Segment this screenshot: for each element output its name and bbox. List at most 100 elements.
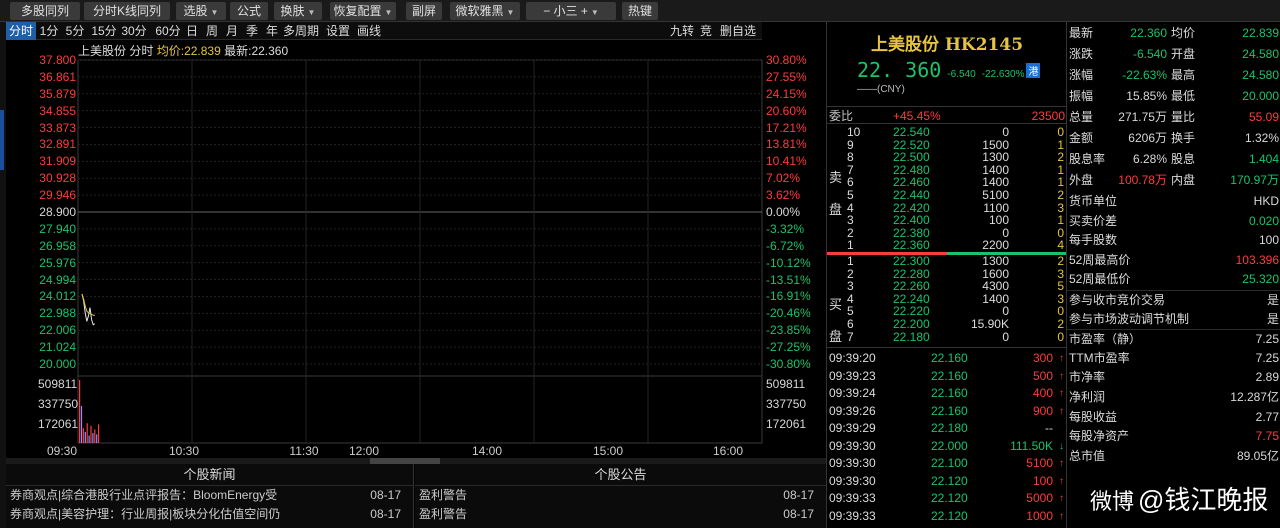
current-price: 22. 360 xyxy=(857,58,942,82)
bid-volume: 0 xyxy=(1002,329,1009,344)
arrow-up-icon: ↑ xyxy=(1059,458,1064,469)
bid-row[interactable]: 2 22.280 1600 3 xyxy=(827,267,1067,281)
bid-count: 2 xyxy=(1057,254,1064,268)
period-tab-8[interactable]: 月 xyxy=(224,22,240,40)
period-tab-10[interactable]: 年 xyxy=(264,22,280,40)
toolbar-button-label: 恢复配置 xyxy=(333,4,382,18)
ask-row[interactable]: 3 22.400 100 1 xyxy=(827,214,1067,227)
period-bar: 分时 1分 5分 15分 30分 60分日周月季年多周期 设置 画线 九转竞删自选 xyxy=(6,22,762,40)
bid-row[interactable]: 5 22.220 0 0 xyxy=(827,305,1067,318)
news-item[interactable]: 券商观点|综合港股行业点评报告：BloomEnergy受 08-17 xyxy=(6,486,413,505)
period-extra-1[interactable]: 竞 xyxy=(698,22,714,40)
ask-volume: 100 xyxy=(988,213,1009,228)
news-item[interactable]: 盈利警告 08-17 xyxy=(415,505,826,524)
arrow-up-icon: ↑ xyxy=(1059,475,1064,487)
price-axis-label: 34.855 xyxy=(39,103,76,118)
ask-row[interactable]: 7 22.480 1400 1 xyxy=(827,164,1067,177)
period-tab-5[interactable]: 60分 xyxy=(154,22,182,40)
period-tab-6[interactable]: 日 xyxy=(184,22,200,40)
toolbar-button-label: 选股 xyxy=(183,4,208,18)
toolbar-button-5[interactable]: 恢复配置 ▼ xyxy=(330,2,396,20)
ask-row[interactable]: 8 22.500 1300 2 xyxy=(827,151,1067,164)
period-tab-1[interactable]: 1分 xyxy=(38,22,60,40)
period-tab-3[interactable]: 15分 xyxy=(90,22,118,40)
tick-volume: 300 xyxy=(1032,351,1053,365)
period-tab-4[interactable]: 30分 xyxy=(120,22,148,40)
volume-bar xyxy=(86,423,88,443)
toolbar-button-0[interactable]: 多股同列 xyxy=(10,2,80,20)
period-tab-7[interactable]: 周 xyxy=(204,22,220,40)
bid-row[interactable]: 7 22.180 0 0 xyxy=(827,329,1067,344)
ask-row[interactable]: 2 22.380 0 0 xyxy=(827,227,1067,240)
toolbar-button-label: − 小三 + xyxy=(543,4,588,18)
order-ratio-diff: 23500 xyxy=(1031,109,1065,123)
ask-row[interactable]: 10 22.540 0 0 xyxy=(827,126,1067,139)
volume-bar xyxy=(94,429,96,443)
period-tab-9[interactable]: 季 xyxy=(244,22,260,40)
tick-volume: 400 xyxy=(1032,386,1053,400)
pct-axis-label: 3.62% xyxy=(766,188,801,203)
price-axis-label: 24.012 xyxy=(39,289,76,304)
stats-pair-row: 振幅 15.85% 最低 20.000 xyxy=(1067,87,1280,107)
tick-volume: 111.50K xyxy=(1010,438,1053,453)
left-edge-highlight xyxy=(0,110,4,170)
stat-value: 1.404 xyxy=(1248,152,1279,166)
ask-row[interactable]: 6 22.460 1400 1 xyxy=(827,176,1067,189)
news-item[interactable]: 盈利警告 08-17 xyxy=(415,486,826,505)
volume-axis-left: 337750 xyxy=(38,397,79,411)
stat-label: 净利润 xyxy=(1069,390,1106,404)
arrow-up-icon: ↑ xyxy=(1059,493,1064,504)
tick-row: 09:39:26 22.160 900 ↑ xyxy=(827,403,1067,421)
stats-row: 每手股数 100 xyxy=(1067,231,1280,251)
ask-row[interactable]: 5 22.440 5100 2 xyxy=(827,189,1067,202)
currency-label: ——(CNY) xyxy=(857,84,905,95)
toolbar-button-2[interactable]: 选股 ▼ xyxy=(176,2,226,20)
bid-row[interactable]: 1 22.300 1300 2 xyxy=(827,255,1067,268)
stat-value: 是 xyxy=(1266,311,1279,326)
toolbar-button-1[interactable]: 分时K线同列 xyxy=(84,2,170,20)
ask-row[interactable]: 1 22.360 2200 4 xyxy=(827,239,1067,252)
bid-row[interactable]: 4 22.240 1400 3 xyxy=(827,293,1067,306)
weibo-logo-icon: 微博 xyxy=(1090,489,1135,514)
toolbar-button-9[interactable]: 热键 xyxy=(622,2,658,20)
period-tab-12[interactable]: 设置 xyxy=(324,22,352,40)
dropdown-arrow-icon: ▼ xyxy=(307,8,316,17)
toolbar-button-7[interactable]: 微软雅黑 ▼ xyxy=(450,2,520,20)
bid-volume: 1300 xyxy=(982,254,1009,268)
volume-bar xyxy=(82,428,84,443)
bid-row[interactable]: 3 22.260 4300 5 xyxy=(827,280,1067,293)
period-extra-0[interactable]: 九转 xyxy=(668,22,696,40)
ask-level: 3 xyxy=(847,213,854,228)
chart-stock-name: 上美股份 xyxy=(78,44,127,58)
intraday-chart[interactable] xyxy=(6,40,826,460)
news-item[interactable]: 券商观点|美容护理：行业周报|板块分化估值空间仍 08-17 xyxy=(6,505,413,524)
price-axis-label: 28.900 xyxy=(39,205,76,219)
period-tab-0[interactable]: 分时 xyxy=(6,22,36,40)
stat-value: 6.28% xyxy=(1132,152,1167,166)
period-tab-13[interactable]: 画线 xyxy=(354,22,384,40)
time-axis-label: 16:00 xyxy=(712,444,744,458)
ask-row[interactable]: 4 22.420 1100 3 xyxy=(827,201,1067,215)
arrow-up-icon: ↑ xyxy=(1059,388,1064,399)
stat-value: 7.25 xyxy=(1255,350,1279,365)
bid-row[interactable]: 6 22.200 15.90K 2 xyxy=(827,318,1067,331)
stat-value: 是 xyxy=(1266,293,1279,307)
period-tab-2[interactable]: 5分 xyxy=(64,22,86,40)
toolbar-button-6[interactable]: 副屏 xyxy=(406,2,442,20)
price-axis-label: 20.000 xyxy=(39,357,76,371)
stat-value: HKD xyxy=(1253,194,1279,208)
toolbar-button-4[interactable]: 换肤 ▼ xyxy=(274,2,322,20)
toolbar-button-3[interactable]: 公式 xyxy=(230,2,268,20)
period-tab-11[interactable]: 多周期 xyxy=(282,22,320,40)
stat-label: 最高 xyxy=(1171,68,1196,82)
pct-axis-label: 0.00% xyxy=(766,205,801,219)
ask-row[interactable]: 9 22.520 1500 1 xyxy=(827,138,1067,152)
pct-axis-label: 20.60% xyxy=(766,103,807,118)
period-extra-2[interactable]: 删自选 xyxy=(718,22,758,40)
ask-level: 5 xyxy=(847,188,854,202)
stat-label: 52周最低价 xyxy=(1069,272,1131,287)
volume-bar xyxy=(84,431,86,443)
bid-level: 7 xyxy=(847,329,854,344)
ask-volume: 2200 xyxy=(982,238,1009,253)
toolbar-button-8[interactable]: − 小三 + ▼ xyxy=(526,2,616,20)
